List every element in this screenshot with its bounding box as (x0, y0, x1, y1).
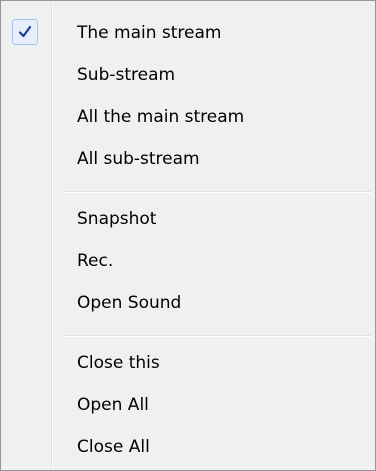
menu-item-sub-stream[interactable]: Sub-stream (3, 55, 373, 95)
menu-item-label: Rec. (77, 251, 114, 271)
menu-item-label: All the main stream (77, 107, 245, 127)
menu-item-all-sub-stream[interactable]: All sub-stream (3, 139, 373, 179)
menu-item-close-this[interactable]: Close this (3, 343, 373, 383)
menu-separator (65, 335, 371, 337)
menu-item-label: Snapshot (77, 209, 157, 229)
menu-item-open-all[interactable]: Open All (3, 385, 373, 425)
menu-item-open-sound[interactable]: Open Sound (3, 283, 373, 323)
menu-item-label: The main stream (77, 23, 222, 43)
menu-item-snapshot[interactable]: Snapshot (3, 199, 373, 239)
menu-item-label: Close All (77, 437, 150, 457)
context-menu: The main stream Sub-stream All the main … (0, 0, 376, 471)
menu-separator (65, 191, 371, 193)
menu-item-all-main-stream[interactable]: All the main stream (3, 97, 373, 137)
menu-item-label: Open Sound (77, 293, 182, 313)
menu-item-label: Sub-stream (77, 65, 176, 85)
menu-item-label: All sub-stream (77, 149, 200, 169)
menu-item-main-stream[interactable]: The main stream (3, 13, 373, 53)
checkmark-icon (12, 19, 38, 45)
menu-item-label: Open All (77, 395, 149, 415)
menu-item-close-all[interactable]: Close All (3, 427, 373, 467)
menu-item-rec[interactable]: Rec. (3, 241, 373, 281)
menu-item-label: Close this (77, 353, 160, 373)
